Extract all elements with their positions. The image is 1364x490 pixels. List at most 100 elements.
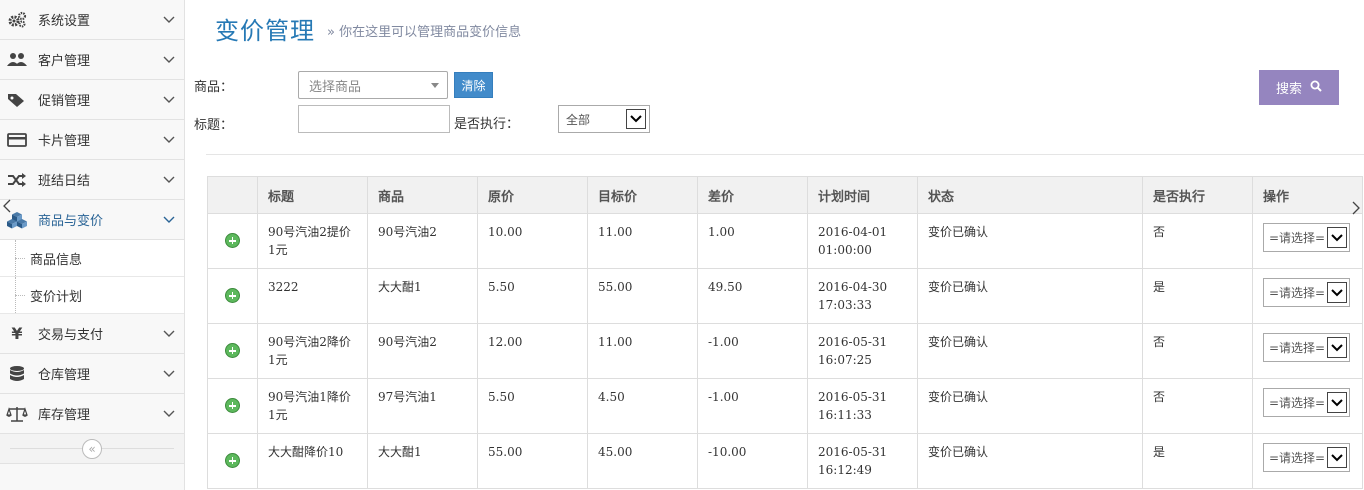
cell-time: 2016-05-31 16:07:25 — [807, 323, 918, 379]
menu-item-warehouse-management[interactable]: 仓库管理 — [0, 354, 184, 394]
chevron-down-icon — [1327, 337, 1347, 358]
row-action-select[interactable]: =请选择= — [1263, 278, 1350, 307]
plus-circle-icon[interactable] — [225, 453, 240, 468]
plus-circle-icon[interactable] — [225, 343, 240, 358]
row-action-placeholder: =请选择= — [1269, 230, 1326, 245]
search-icon — [1310, 80, 1322, 96]
cell-diff: 49.50 — [697, 268, 808, 324]
submenu-product-pricing: 商品信息 变价计划 — [0, 240, 184, 314]
header-plan-time[interactable]: 计划时间 — [807, 176, 918, 214]
shuffle-icon — [6, 169, 28, 191]
credit-card-icon — [6, 129, 28, 151]
sub-item-product-info[interactable]: 商品信息 — [0, 240, 184, 277]
cell-orig: 5.50 — [477, 268, 588, 324]
menu-item-system-settings[interactable]: 系统设置 — [0, 0, 184, 40]
row-action-placeholder: =请选择= — [1269, 450, 1326, 465]
header-original-price[interactable]: 原价 — [477, 176, 588, 214]
row-action-select[interactable]: =请选择= — [1263, 223, 1350, 252]
expand-cell — [207, 323, 258, 379]
cell-product: 90号汽油2 — [367, 213, 478, 269]
cell-time: 2016-05-31 16:12:49 — [807, 433, 918, 489]
product-label: 商品： — [194, 80, 234, 95]
price-change-table: 标题 商品 原价 目标价 差价 计划时间 状态 是否执行 操作 90号汽油2提价… — [207, 176, 1363, 489]
menu-item-shift-settlement[interactable]: 班结日结 — [0, 160, 184, 200]
chevron-down-icon — [626, 109, 646, 129]
header-price-diff[interactable]: 差价 — [697, 176, 808, 214]
cell-actions: =请选择= — [1252, 378, 1363, 434]
cell-orig: 12.00 — [477, 323, 588, 379]
menu-label: 系统设置 — [38, 14, 91, 29]
title-input[interactable] — [298, 105, 450, 133]
table-row: 90号汽油1降价1元 97号汽油1 5.50 4.50 -1.00 2016-05-31 … — [207, 378, 1363, 434]
caret-down-icon — [431, 83, 439, 88]
menu-item-product-pricing[interactable]: 商品与变价 — [0, 200, 184, 240]
chevron-left-icon[interactable] — [3, 198, 11, 217]
sub-item-price-change-plan[interactable]: 变价计划 — [0, 277, 184, 314]
cell-orig: 55.00 — [477, 433, 588, 489]
row-action-select[interactable]: =请选择= — [1263, 388, 1350, 417]
table-row: 90号汽油2降价1元 90号汽油2 12.00 11.00 -1.00 2016-05-3… — [207, 323, 1363, 379]
search-button[interactable]: 搜索 — [1259, 70, 1339, 105]
chevron-down-icon — [154, 170, 184, 190]
cell-title: 90号汽油1降价1元 — [257, 378, 368, 434]
header-title[interactable]: 标题 — [257, 176, 368, 214]
cell-actions: =请选择= — [1252, 323, 1363, 379]
row-action-select[interactable]: =请选择= — [1263, 333, 1350, 362]
chevron-down-icon — [154, 130, 184, 150]
cell-status: 变价已确认 — [917, 213, 1143, 269]
menu-label: 促销管理 — [38, 94, 91, 109]
gears-icon — [6, 9, 28, 31]
cell-product: 大大酣1 — [367, 433, 478, 489]
cell-status: 变价已确认 — [917, 268, 1143, 324]
cell-actions: =请选择= — [1252, 268, 1363, 324]
expand-cell — [207, 378, 258, 434]
row-action-placeholder: =请选择= — [1269, 285, 1326, 300]
yen-icon: ¥ — [11, 324, 23, 343]
row-action-select[interactable]: =请选择= — [1263, 443, 1350, 472]
cell-orig: 10.00 — [477, 213, 588, 269]
clear-button[interactable]: 清除 — [454, 72, 493, 98]
cell-title: 90号汽油2提价1元 — [257, 213, 368, 269]
main-content: 变价管理 » 你在这里可以管理商品变价信息 商品： 选择商品 清除 标题： 是否… — [186, 0, 1364, 490]
row-action-placeholder: =请选择= — [1269, 340, 1326, 355]
cell-product: 97号汽油1 — [367, 378, 478, 434]
exec-select-value: 全部 — [566, 112, 591, 127]
cell-exec: 是 — [1142, 433, 1253, 489]
chevron-down-icon — [154, 364, 184, 384]
cell-status: 变价已确认 — [917, 378, 1143, 434]
cell-target: 4.50 — [587, 378, 698, 434]
sidebar-collapse-bar: « — [0, 434, 184, 464]
cell-diff: -10.00 — [697, 433, 808, 489]
cell-time: 2016-05-31 16:11:33 — [807, 378, 918, 434]
header-product[interactable]: 商品 — [367, 176, 478, 214]
double-chevron-left-icon: « — [88, 441, 96, 456]
menu-item-card-management[interactable]: 卡片管理 — [0, 120, 184, 160]
exec-select[interactable]: 全部 — [558, 105, 650, 133]
cell-title: 大大酣降价10 — [257, 433, 368, 489]
header-target-price[interactable]: 目标价 — [587, 176, 698, 214]
cell-title: 90号汽油2降价1元 — [257, 323, 368, 379]
collapse-sidebar-button[interactable]: « — [82, 438, 102, 459]
header-status[interactable]: 状态 — [917, 176, 1143, 214]
plus-circle-icon[interactable] — [225, 233, 240, 248]
plus-circle-icon[interactable] — [225, 288, 240, 303]
menu-item-customer-management[interactable]: 客户管理 — [0, 40, 184, 80]
filter-row-title: 标题： — [194, 114, 233, 133]
product-select[interactable]: 选择商品 — [298, 71, 448, 99]
menu-item-promotion-management[interactable]: 促销管理 — [0, 80, 184, 120]
chevron-down-icon — [154, 50, 184, 70]
chevron-down-icon — [154, 210, 184, 230]
cell-exec: 否 — [1142, 213, 1253, 269]
cell-target: 55.00 — [587, 268, 698, 324]
cell-product: 大大酣1 — [367, 268, 478, 324]
chevron-right-icon[interactable] — [1352, 200, 1360, 219]
cell-target: 11.00 — [587, 323, 698, 379]
menu-label: 库存管理 — [38, 408, 91, 423]
header-executed[interactable]: 是否执行 — [1142, 176, 1253, 214]
menu-item-transaction-payment[interactable]: ¥ 交易与支付 — [0, 314, 184, 354]
cell-status: 变价已确认 — [917, 323, 1143, 379]
menu-item-inventory-management[interactable]: 库存管理 — [0, 394, 184, 434]
plus-circle-icon[interactable] — [225, 398, 240, 413]
product-select-placeholder: 选择商品 — [309, 79, 362, 95]
menu-label: 客户管理 — [38, 54, 91, 69]
